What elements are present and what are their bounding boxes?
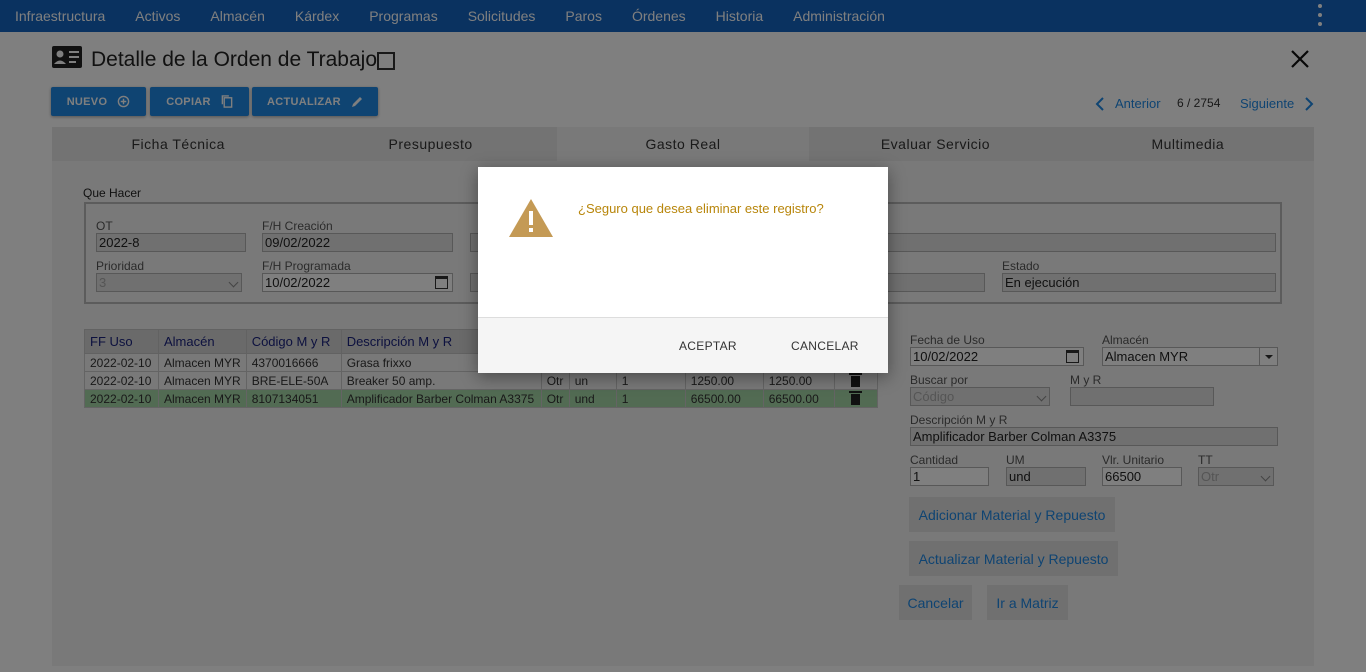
aceptar-button[interactable]: ACEPTAR xyxy=(679,339,737,353)
dialog-message: ¿Seguro que desea eliminar este registro… xyxy=(578,201,824,216)
confirm-delete-dialog: ¿Seguro que desea eliminar este registro… xyxy=(478,167,888,373)
cancelar-dialog-button[interactable]: CANCELAR xyxy=(791,339,859,353)
warning-icon xyxy=(509,199,553,237)
